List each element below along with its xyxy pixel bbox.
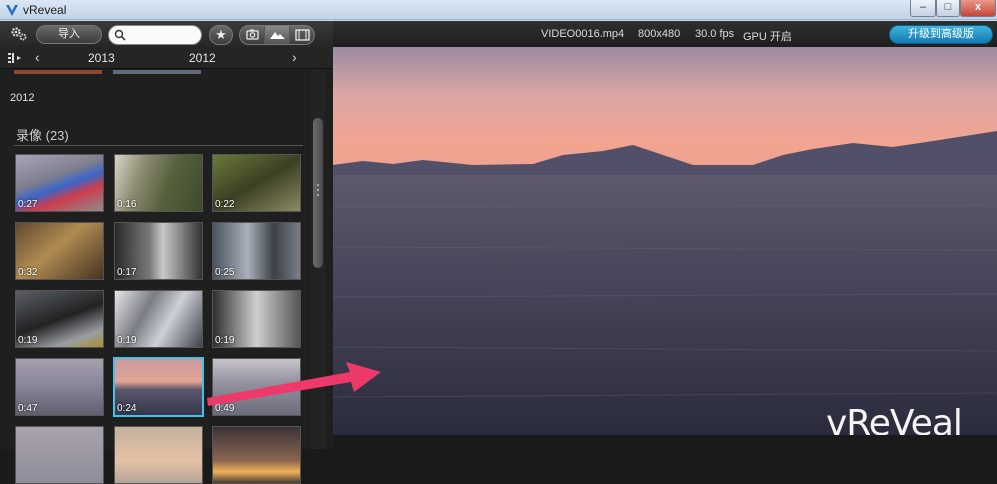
thumbnail-duration: 0:19 [18,335,38,346]
video-thumbnail[interactable]: 0:25 [212,222,301,280]
video-thumbnail[interactable]: 0:49 [212,358,301,416]
section-divider [14,145,303,146]
timeline-year[interactable]: 2012 [189,51,216,65]
timeline-strip [113,70,201,74]
library-panel: 导入 ★ ‹ 2013 2012 › 2012 录像 (23) 0:27 0:1… [0,21,333,484]
video-filter-button[interactable] [290,26,314,44]
timeline-nav: ‹ 2013 2012 › [0,47,333,69]
video-frame-image [333,47,997,435]
app-window: vReveal – □ x 导入 ★ ‹ 2013 2012 › 2012 录像… [0,0,997,484]
library-toolbar: 导入 ★ [0,21,333,47]
thumbnail-duration: 0:27 [18,199,38,210]
media-filter-group [239,25,315,45]
search-input[interactable] [129,28,197,42]
landscape-icon [270,32,285,39]
video-thumbnail[interactable]: 0:32 [15,222,104,280]
thumbnail-duration: 0:22 [215,199,235,210]
video-thumbnail[interactable]: 0:17 [114,222,203,280]
thumbnail-duration: 0:16 [117,199,137,210]
video-thumbnail[interactable]: 0:47 [15,358,104,416]
photo-filter-button[interactable] [240,26,265,44]
favorite-button[interactable]: ★ [209,25,233,45]
thumbnail-duration: 0:32 [18,267,38,278]
thumbnail-duration: 0:19 [215,335,235,346]
video-thumbnail[interactable]: 0:22 [212,154,301,212]
video-thumbnail[interactable]: 0:27 [15,154,104,212]
thumbnail-duration: 0:24 [117,403,137,414]
video-thumbnail[interactable] [212,426,301,484]
title-bar: vReveal – □ x [0,0,997,20]
video-thumbnail[interactable] [114,426,203,484]
video-thumbnail[interactable]: 0:24 [113,357,204,417]
search-box[interactable] [108,25,202,45]
thumbnail-duration: 0:47 [18,403,38,414]
window-title: vReveal [23,3,67,17]
vreveal-logo-icon [6,5,18,16]
timeline-year[interactable]: 2013 [88,51,115,65]
film-icon [295,29,310,41]
search-icon [114,29,126,41]
minimize-button[interactable]: – [910,0,936,17]
video-resolution: 800x480 [638,28,681,40]
landscape-filter-button[interactable] [265,26,290,44]
videos-section-title: 录像 (23) [16,128,69,143]
timeline-menu-icon[interactable] [8,52,22,64]
close-button[interactable]: x [960,0,996,17]
panel-splitter-grip[interactable] [316,183,320,197]
video-preview[interactable]: vReVeal [333,47,997,435]
video-info-bar: VIDEO0016.mp4 800x480 30.0 fps GPU 开启 升级… [333,21,997,47]
player-panel: VIDEO0016.mp4 800x480 30.0 fps GPU 开启 升级… [333,21,997,449]
player-bottom-bar [333,435,997,449]
gpu-status: GPU 开启 [743,31,792,43]
video-file-name: VIDEO0016.mp4 [541,28,625,40]
camera-icon [246,29,259,40]
thumbnail-duration: 0:49 [215,403,235,414]
video-thumbnail[interactable]: 0:19 [212,290,301,348]
video-thumbnail[interactable]: 0:19 [15,290,104,348]
year-heading: 2012 [10,92,35,104]
video-framerate: 30.0 fps [695,28,735,40]
maximize-button[interactable]: □ [936,0,960,17]
video-thumbnail[interactable]: 0:16 [114,154,203,212]
import-button[interactable]: 导入 [36,25,102,44]
thumbnail-duration: 0:25 [215,267,235,278]
thumbnail-duration: 0:19 [117,335,137,346]
gears-icon[interactable] [10,26,28,42]
vreveal-watermark: vReVeal [826,403,963,435]
thumbnail-duration: 0:17 [117,267,137,278]
timeline-prev-button[interactable]: ‹ [35,49,47,65]
timeline-next-button[interactable]: › [292,49,304,65]
video-thumbnail[interactable]: 0:19 [114,290,203,348]
timeline-strip [14,70,102,74]
upgrade-button[interactable]: 升级到高级版 [889,25,993,44]
video-thumbnail[interactable] [15,426,104,484]
